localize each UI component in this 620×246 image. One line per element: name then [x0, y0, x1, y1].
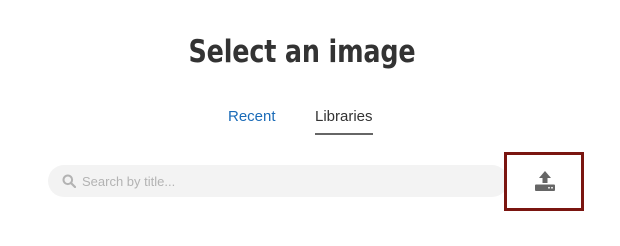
search-input[interactable]	[82, 165, 492, 197]
search-bar	[48, 165, 508, 197]
tab-bar: Recent Libraries	[0, 107, 620, 137]
image-picker-dialog: Select an image Recent Libraries	[0, 0, 620, 246]
upload-button[interactable]	[504, 152, 584, 211]
tab-libraries[interactable]: Libraries	[315, 107, 373, 135]
tab-recent[interactable]: Recent	[228, 107, 276, 127]
dialog-title: Select an image	[188, 34, 416, 70]
search-icon	[62, 174, 76, 188]
upload-icon	[535, 171, 555, 191]
